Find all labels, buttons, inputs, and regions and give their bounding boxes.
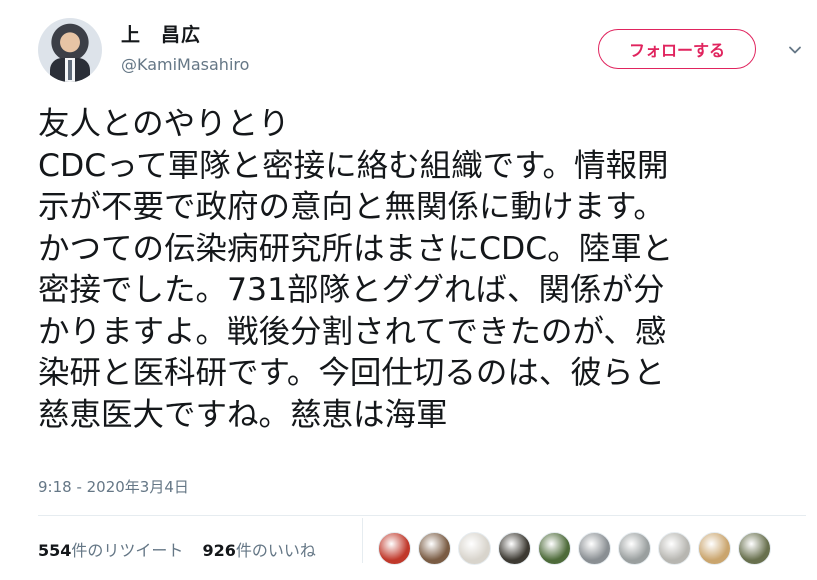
tweet-text: 友人とのやりとり CDCって軍隊と密接に絡む組織です。情報開 示が不要で政府の意… <box>38 104 808 436</box>
user-handle[interactable]: @KamiMasahiro <box>121 55 249 74</box>
avatar-cat-icon[interactable] <box>578 532 611 565</box>
chevron-down-icon[interactable] <box>787 42 803 58</box>
liker-avatars <box>378 532 771 565</box>
tweet-line: かつての伝染病研究所はまさにCDC。陸軍と <box>38 230 674 267</box>
tweet-line: 示が不要で政府の意向と無関係に動けます。 <box>38 189 665 225</box>
avatar-figurine-icon[interactable] <box>418 532 451 565</box>
tweet-line: 染研と医科研です。今回仕切るのは、彼らと <box>38 355 665 391</box>
profile-avatar[interactable] <box>38 18 102 82</box>
tweet-stats: 554件のリツイート 926件のいいね <box>38 537 330 561</box>
avatar-red-costume-icon[interactable] <box>378 532 411 565</box>
retweet-label: 件のリツイート <box>71 541 184 560</box>
divider <box>362 518 363 563</box>
avatar-dark-photo-icon[interactable] <box>498 532 531 565</box>
follow-button[interactable]: フォローする <box>598 29 756 69</box>
like-stat[interactable]: 926件のいいね <box>203 541 316 560</box>
tweet-line: CDCって軍隊と密接に絡む組織です。情報開 <box>38 147 669 184</box>
display-name[interactable]: 上 昌広 <box>121 20 201 47</box>
avatar-cat-grey-icon[interactable] <box>618 532 651 565</box>
avatar-dog-icon[interactable] <box>698 532 731 565</box>
avatar-white-bird-icon[interactable] <box>458 532 491 565</box>
tweet-line: 友人とのやりとり <box>38 106 290 142</box>
tweet-line: 慈恵医大ですね。慈恵は海軍 <box>38 396 448 433</box>
retweet-count: 554 <box>38 541 72 560</box>
like-count: 926 <box>202 541 236 560</box>
like-label: 件のいいね <box>235 541 316 560</box>
avatar-tree-icon[interactable] <box>538 532 571 565</box>
avatar-cat-white-icon[interactable] <box>658 532 691 565</box>
divider <box>38 515 806 516</box>
tweet-line: 密接でした。731部隊とググれば、関係が分 <box>38 272 665 308</box>
avatar-tie <box>68 60 72 80</box>
tweet-line: かりますよ。戦後分割されてできたのが、感 <box>38 313 667 350</box>
avatar-plant-icon[interactable] <box>738 532 771 565</box>
retweet-stat[interactable]: 554件のリツイート <box>38 541 183 560</box>
tweet-timestamp[interactable]: 9:18 - 2020年3月4日 <box>38 476 189 497</box>
